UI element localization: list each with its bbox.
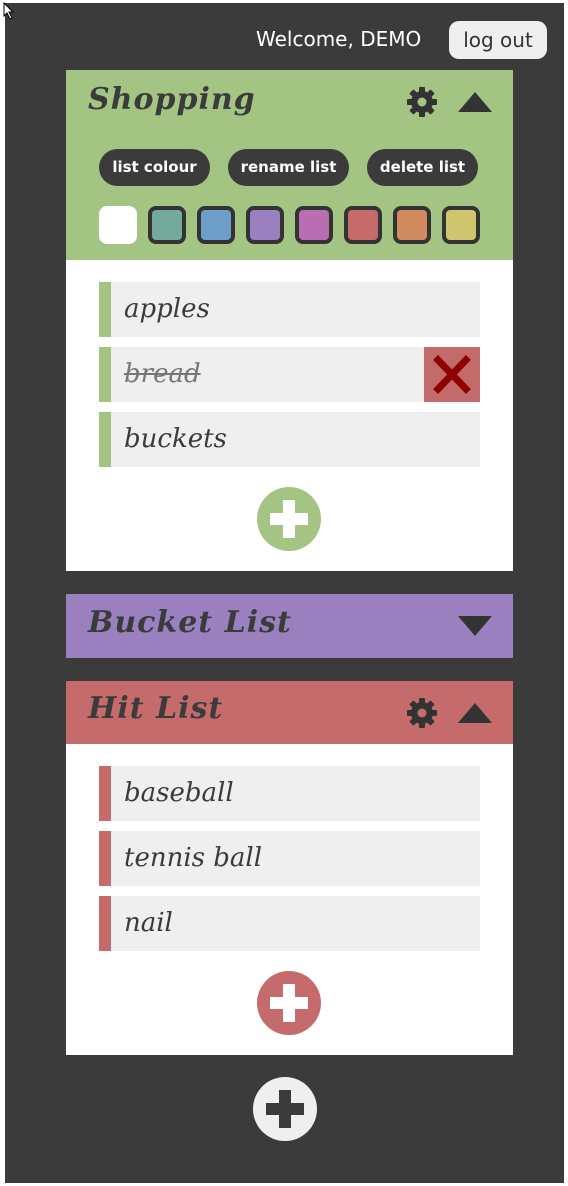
list-body-shopping: apples bread buckets [66,260,513,571]
list-card-shopping: Shopping list colour rename list delete … [66,70,513,571]
colour-swatch-magenta[interactable] [295,206,333,244]
add-list-button[interactable] [253,1077,317,1141]
logout-button[interactable]: log out [449,21,547,59]
list-title[interactable]: Bucket List [88,605,292,640]
list-header-bucket-list[interactable]: Bucket List [66,594,513,658]
colour-swatch-red[interactable] [344,206,382,244]
colour-swatch-white[interactable] [99,206,137,244]
item-colour-bar [99,347,111,402]
add-item-button[interactable] [257,487,321,551]
colour-swatch-teal[interactable] [148,206,186,244]
list-item[interactable]: tennis ball [99,831,480,886]
colour-swatch-orange[interactable] [393,206,431,244]
app-container: Welcome, DEMO log out Shopping list colo… [5,3,564,1183]
colour-swatch-purple[interactable] [246,206,284,244]
item-colour-bar [99,766,111,821]
list-item[interactable]: buckets [99,412,480,467]
list-item[interactable]: bread [99,347,480,402]
list-item[interactable]: nail [99,896,480,951]
list-item[interactable]: apples [99,282,480,337]
gear-icon[interactable] [406,86,438,118]
list-card-hit-list: Hit List baseball tennis ball nail [66,681,513,1055]
delete-list-button[interactable]: delete list [367,149,478,186]
list-header-shopping: Shopping list colour rename list delete … [66,70,513,260]
item-text: nail [124,908,173,938]
list-card-bucket-list: Bucket List [66,594,513,658]
list-colour-button[interactable]: list colour [99,149,210,186]
list-body-hit-list: baseball tennis ball nail [66,744,513,1055]
item-text: bread [124,359,201,389]
welcome-text: Welcome, DEMO [256,27,422,51]
list-item[interactable]: baseball [99,766,480,821]
add-item-button[interactable] [257,971,321,1035]
list-title[interactable]: Hit List [88,691,223,726]
gear-icon[interactable] [406,697,438,729]
item-text: apples [124,294,210,324]
item-text: baseball [124,778,234,808]
colour-swatch-yellow[interactable] [442,206,480,244]
item-text: buckets [124,424,227,454]
item-text: tennis ball [124,843,263,873]
x-icon [433,355,471,394]
list-title[interactable]: Shopping [88,82,256,117]
list-header-hit-list: Hit List [66,681,513,744]
item-colour-bar [99,831,111,886]
rename-list-button[interactable]: rename list [228,149,349,186]
item-colour-bar [99,412,111,467]
delete-item-button[interactable] [424,347,480,402]
colour-swatch-blue[interactable] [197,206,235,244]
item-colour-bar [99,896,111,951]
expand-triangle-icon[interactable] [458,616,492,636]
mouse-cursor-icon [3,2,15,20]
item-colour-bar [99,282,111,337]
collapse-triangle-icon[interactable] [458,703,492,723]
collapse-triangle-icon[interactable] [458,92,492,112]
